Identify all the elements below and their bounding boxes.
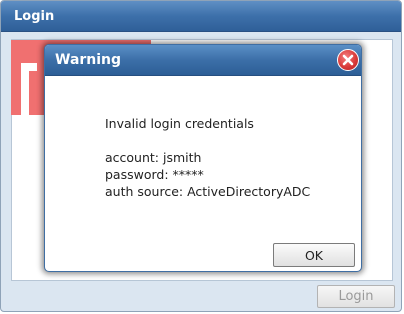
- logo-glyph: [21, 63, 37, 115]
- message-heading: Invalid login credentials: [105, 116, 254, 131]
- dialog-titlebar: Warning: [45, 45, 361, 76]
- warning-dialog: Warning Invalid login credentials accoun…: [44, 44, 362, 272]
- close-icon[interactable]: [337, 49, 359, 71]
- dialog-title: Warning: [55, 52, 122, 68]
- login-button[interactable]: Login: [317, 285, 395, 308]
- login-titlebar: Login: [1, 1, 401, 32]
- message-auth-source: auth source: ActiveDirectoryADC: [105, 184, 311, 199]
- login-title: Login: [14, 9, 55, 24]
- dialog-message: Invalid login credentials account: jsmit…: [105, 115, 310, 200]
- message-spacer: [105, 132, 310, 149]
- message-account: account: jsmith: [105, 150, 202, 165]
- message-password: password: *****: [105, 167, 204, 182]
- ok-button[interactable]: OK: [273, 243, 355, 267]
